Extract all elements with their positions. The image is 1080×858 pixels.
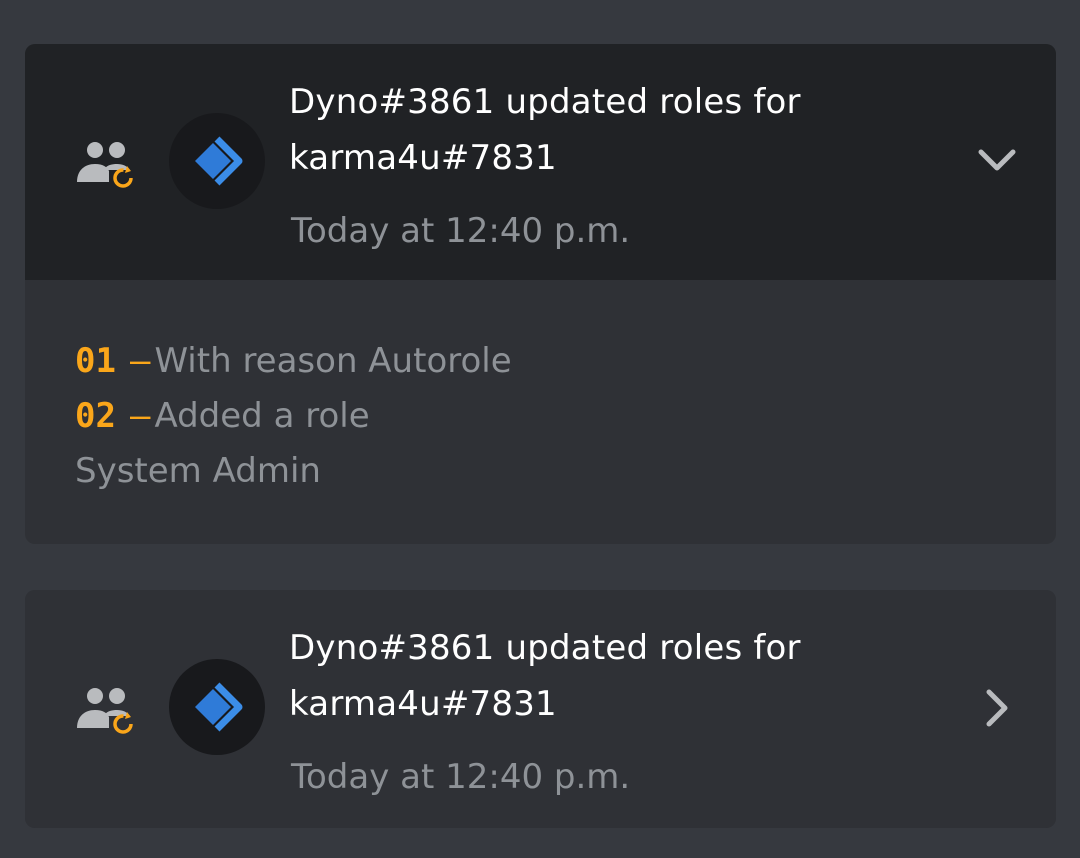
detail-dash: — [129,341,151,381]
detail-line: 01 — With reason Autorole [75,334,512,389]
audit-log-entry: Dyno#3861 updated roles for karma4u#7831… [25,590,1056,828]
role-name: System Admin [75,451,321,491]
entry-timestamp: Today at 12:40 p.m. [291,211,631,251]
entry-title: Dyno#3861 updated roles for karma4u#7831 [289,628,801,724]
member-role-update-icon [73,138,137,190]
dyno-bot-avatar[interactable] [169,113,265,209]
dyno-bot-avatar[interactable] [169,659,265,755]
detail-dash: — [129,396,151,436]
entry-details: 01— With reason Autorole 02— Added a role … [75,334,512,499]
detail-line: 02 — Added a role [75,389,512,444]
audit-log-entry-header[interactable]: Dyno#3861 updated roles for karma4u#7831… [25,44,1056,280]
entry-timestamp: Today at 12:40 p.m. [291,757,631,797]
detail-number: 02 [75,396,116,436]
detail-text: With reason Autorole [154,341,512,381]
detail-text: Added a role [154,396,370,436]
chevron-right-icon[interactable] [975,686,1019,730]
audit-log-page: Dyno#3861 updated roles for karma4u#7831… [0,0,1080,858]
member-role-update-icon [73,684,137,736]
entry-title: Dyno#3861 updated roles for karma4u#7831 [289,82,801,178]
audit-log-entry-header[interactable]: Dyno#3861 updated roles for karma4u#7831… [25,590,1056,828]
detail-number: 01 [75,341,116,381]
chevron-down-icon[interactable] [975,138,1019,182]
audit-log-entry: Dyno#3861 updated roles for karma4u#7831… [25,44,1056,544]
